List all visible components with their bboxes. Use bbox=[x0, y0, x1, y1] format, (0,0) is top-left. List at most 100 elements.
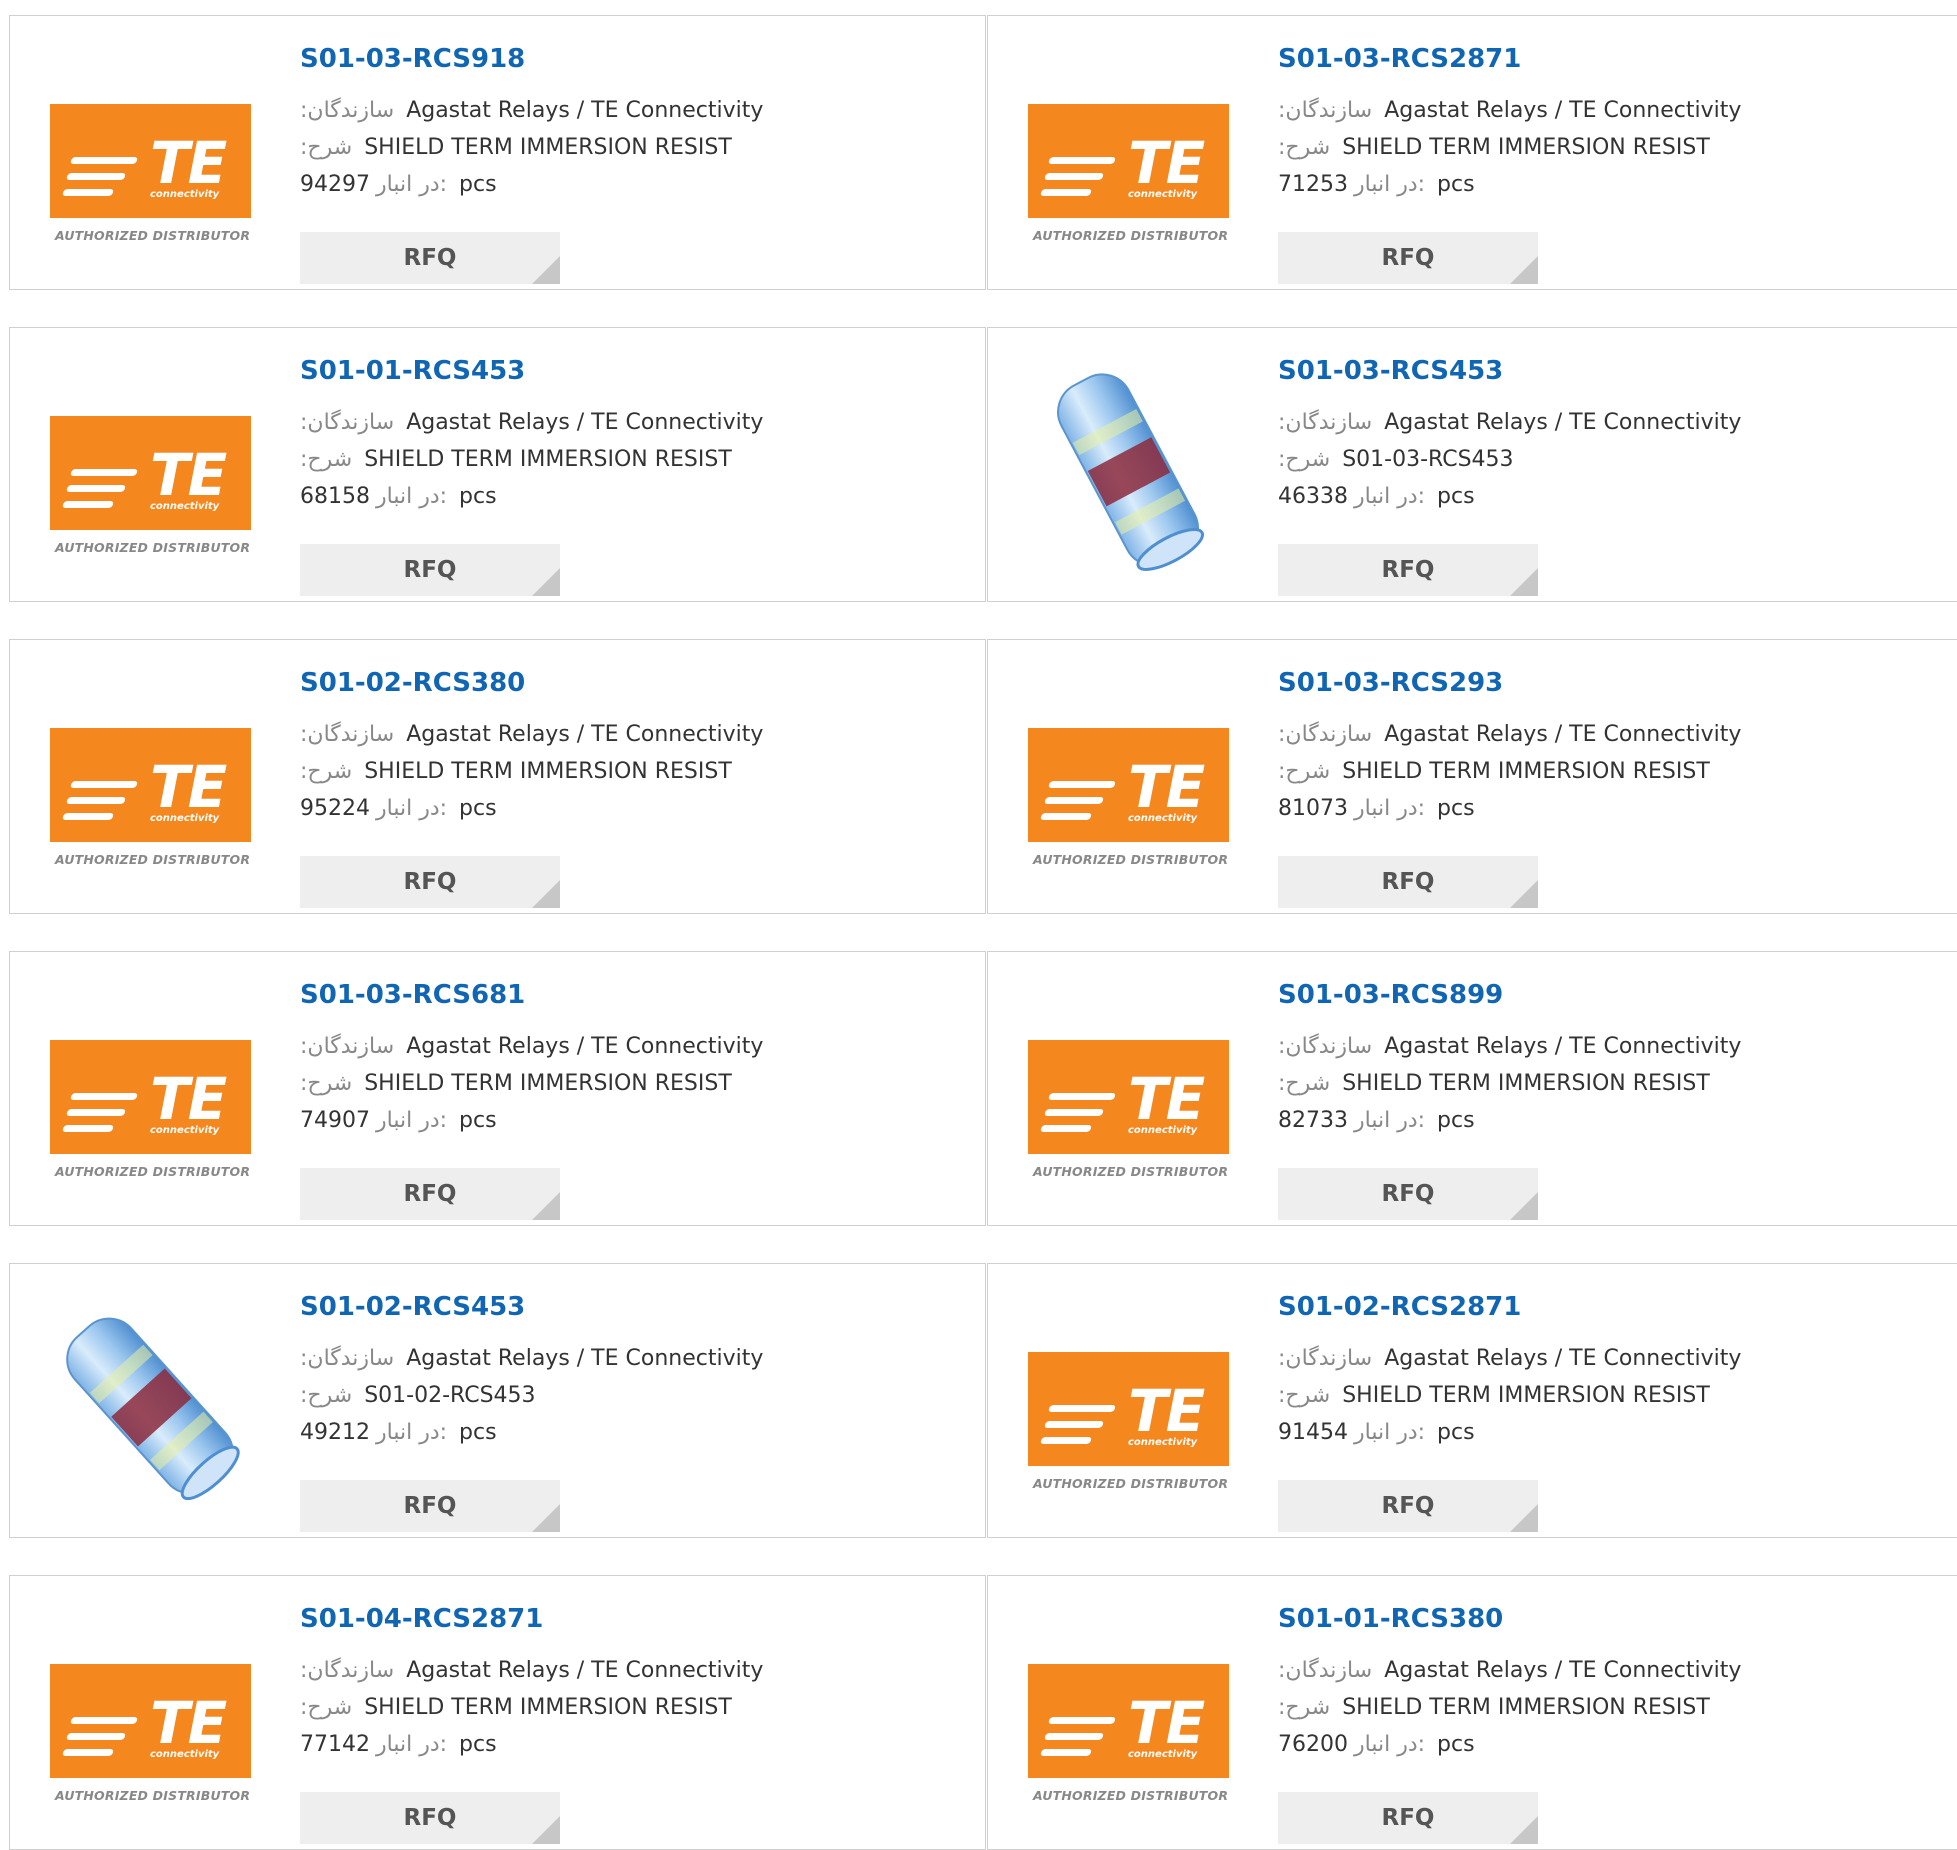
product-info: S01-03-RCS681 :سازندگان Agastat Relays / … bbox=[300, 976, 763, 1139]
description-label: :شرح bbox=[300, 447, 353, 472]
manufacturer-label: :سازندگان bbox=[300, 1658, 395, 1683]
te-connectivity-logo[interactable]: TE connectivity AUTHORIZED DISTRIBUTOR bbox=[50, 398, 251, 555]
te-logo-sub: connectivity bbox=[1128, 1749, 1198, 1760]
stock-label: در انبار: bbox=[376, 172, 448, 197]
rfq-label: RFQ bbox=[1381, 1181, 1435, 1207]
rfq-button[interactable]: RFQ bbox=[1278, 1480, 1538, 1532]
part-number-link[interactable]: S01-02-RCS453 bbox=[300, 1288, 763, 1326]
manufacturer-label: :سازندگان bbox=[1278, 1034, 1373, 1059]
authorized-distributor-caption: AUTHORIZED DISTRIBUTOR bbox=[55, 1164, 251, 1179]
manufacturer-value: Agastat Relays / TE Connectivity bbox=[406, 410, 764, 435]
product-info: S01-02-RCS380 :سازندگان Agastat Relays / … bbox=[300, 664, 763, 827]
manufacturer-label: :سازندگان bbox=[300, 98, 395, 123]
rfq-button[interactable]: RFQ bbox=[1278, 1168, 1538, 1220]
manufacturer-label: :سازندگان bbox=[300, 722, 395, 747]
description-label: :شرح bbox=[1278, 1695, 1331, 1720]
part-number-link[interactable]: S01-02-RCS2871 bbox=[1278, 1288, 1741, 1326]
te-logo-sub: connectivity bbox=[1128, 1125, 1198, 1136]
rfq-button[interactable]: RFQ bbox=[1278, 232, 1538, 284]
manufacturer-label: :سازندگان bbox=[1278, 722, 1373, 747]
stock-value: 91454 bbox=[1278, 1420, 1348, 1445]
te-connectivity-logo[interactable]: TE connectivity AUTHORIZED DISTRIBUTOR bbox=[50, 1022, 251, 1179]
part-number-link[interactable]: S01-03-RCS453 bbox=[1278, 352, 1741, 390]
te-logo-word: TE bbox=[150, 129, 227, 197]
te-logo-sub: connectivity bbox=[1128, 813, 1198, 824]
solder-sleeve-photo[interactable] bbox=[50, 1296, 251, 1516]
te-connectivity-logo[interactable]: TE connectivity AUTHORIZED DISTRIBUTOR bbox=[50, 710, 251, 867]
authorized-distributor-caption: AUTHORIZED DISTRIBUTOR bbox=[1033, 852, 1229, 867]
description-value: SHIELD TERM IMMERSION RESIST bbox=[1342, 1383, 1710, 1408]
te-connectivity-logo[interactable]: TE connectivity AUTHORIZED DISTRIBUTOR bbox=[1028, 1334, 1229, 1491]
te-connectivity-logo[interactable]: TE connectivity AUTHORIZED DISTRIBUTOR bbox=[50, 1646, 251, 1803]
rfq-button[interactable]: RFQ bbox=[1278, 544, 1538, 596]
te-logo-word: TE bbox=[150, 1065, 227, 1133]
stock-value: 68158 bbox=[300, 484, 370, 509]
part-number-link[interactable]: S01-02-RCS380 bbox=[300, 664, 763, 702]
te-logo-stripes bbox=[1039, 1717, 1117, 1765]
te-logo-word: TE bbox=[1128, 1689, 1205, 1757]
te-connectivity-logo[interactable]: TE connectivity AUTHORIZED DISTRIBUTOR bbox=[1028, 1646, 1229, 1803]
te-logo-word: TE bbox=[1128, 1377, 1205, 1445]
product-card: TE connectivity AUTHORIZED DISTRIBUTOR S… bbox=[987, 1263, 1957, 1538]
stock-label: در انبار: bbox=[1354, 172, 1426, 197]
description-value: S01-02-RCS453 bbox=[364, 1383, 536, 1408]
manufacturer-value: Agastat Relays / TE Connectivity bbox=[1384, 1034, 1742, 1059]
manufacturer-label: :سازندگان bbox=[1278, 410, 1373, 435]
description-value: SHIELD TERM IMMERSION RESIST bbox=[1342, 1695, 1710, 1720]
part-number-link[interactable]: S01-04-RCS2871 bbox=[300, 1600, 763, 1638]
rfq-button[interactable]: RFQ bbox=[300, 1480, 560, 1532]
manufacturer-row: :سازندگان Agastat Relays / TE Connectivit… bbox=[300, 1652, 763, 1689]
description-value: SHIELD TERM IMMERSION RESIST bbox=[1342, 135, 1710, 160]
description-row: :شرح SHIELD TERM IMMERSION RESIST bbox=[1278, 1377, 1741, 1414]
te-connectivity-logo[interactable]: TE connectivity AUTHORIZED DISTRIBUTOR bbox=[1028, 710, 1229, 867]
part-number-link[interactable]: S01-03-RCS293 bbox=[1278, 664, 1741, 702]
rfq-label: RFQ bbox=[1381, 1805, 1435, 1831]
product-info: S01-03-RCS453 :سازندگان Agastat Relays / … bbox=[1278, 352, 1741, 515]
solder-sleeve-photo[interactable] bbox=[1028, 360, 1229, 580]
rfq-button[interactable]: RFQ bbox=[1278, 1792, 1538, 1844]
te-logo-stripes bbox=[1039, 781, 1117, 829]
rfq-label: RFQ bbox=[403, 245, 457, 271]
te-connectivity-logo[interactable]: TE connectivity AUTHORIZED DISTRIBUTOR bbox=[50, 86, 251, 243]
product-card: TE connectivity AUTHORIZED DISTRIBUTOR S… bbox=[9, 951, 986, 1226]
te-connectivity-logo[interactable]: TE connectivity AUTHORIZED DISTRIBUTOR bbox=[1028, 1022, 1229, 1179]
manufacturer-row: :سازندگان Agastat Relays / TE Connectivit… bbox=[300, 92, 763, 129]
part-number-link[interactable]: S01-03-RCS899 bbox=[1278, 976, 1741, 1014]
authorized-distributor-caption: AUTHORIZED DISTRIBUTOR bbox=[1033, 1164, 1229, 1179]
product-info: S01-02-RCS2871 :سازندگان Agastat Relays /… bbox=[1278, 1288, 1741, 1451]
description-row: :شرح SHIELD TERM IMMERSION RESIST bbox=[1278, 753, 1741, 790]
te-logo-stripes bbox=[61, 469, 139, 517]
te-logo-box: TE connectivity bbox=[50, 1040, 251, 1154]
rfq-button[interactable]: RFQ bbox=[300, 544, 560, 596]
rfq-button[interactable]: RFQ bbox=[1278, 856, 1538, 908]
stock-value: 81073 bbox=[1278, 796, 1348, 821]
rfq-button[interactable]: RFQ bbox=[300, 1792, 560, 1844]
te-logo-box: TE connectivity bbox=[50, 728, 251, 842]
te-connectivity-logo[interactable]: TE connectivity AUTHORIZED DISTRIBUTOR bbox=[1028, 86, 1229, 243]
rfq-button[interactable]: RFQ bbox=[300, 856, 560, 908]
te-logo-sub: connectivity bbox=[150, 189, 220, 200]
part-number-link[interactable]: S01-01-RCS380 bbox=[1278, 1600, 1741, 1638]
te-logo-word: TE bbox=[150, 753, 227, 821]
product-info: S01-01-RCS380 :سازندگان Agastat Relays / … bbox=[1278, 1600, 1741, 1763]
authorized-distributor-caption: AUTHORIZED DISTRIBUTOR bbox=[55, 228, 251, 243]
description-value: SHIELD TERM IMMERSION RESIST bbox=[364, 447, 732, 472]
te-logo-stripes bbox=[61, 1717, 139, 1765]
part-number-link[interactable]: S01-03-RCS681 bbox=[300, 976, 763, 1014]
product-info: S01-04-RCS2871 :سازندگان Agastat Relays /… bbox=[300, 1600, 763, 1763]
part-number-link[interactable]: S01-03-RCS2871 bbox=[1278, 40, 1741, 78]
stock-unit: pcs bbox=[459, 1108, 497, 1133]
part-number-link[interactable]: S01-03-RCS918 bbox=[300, 40, 763, 78]
description-row: :شرح S01-03-RCS453 bbox=[1278, 441, 1741, 478]
authorized-distributor-caption: AUTHORIZED DISTRIBUTOR bbox=[55, 852, 251, 867]
description-label: :شرح bbox=[1278, 1383, 1331, 1408]
manufacturer-value: Agastat Relays / TE Connectivity bbox=[406, 1658, 764, 1683]
manufacturer-label: :سازندگان bbox=[1278, 1658, 1373, 1683]
rfq-button[interactable]: RFQ bbox=[300, 232, 560, 284]
part-number-link[interactable]: S01-01-RCS453 bbox=[300, 352, 763, 390]
stock-value: 77142 bbox=[300, 1732, 370, 1757]
stock-unit: pcs bbox=[459, 484, 497, 509]
rfq-button[interactable]: RFQ bbox=[300, 1168, 560, 1220]
rfq-corner-decoration bbox=[532, 1816, 560, 1844]
te-logo-box: TE connectivity bbox=[1028, 1664, 1229, 1778]
